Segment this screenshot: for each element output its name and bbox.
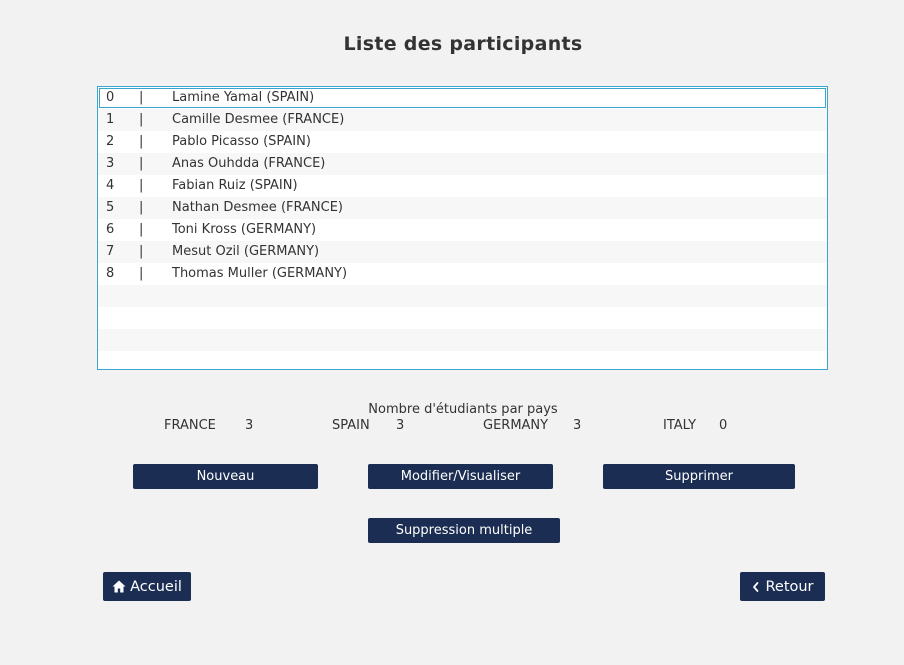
- list-item-name: Nathan Desmee (FRANCE): [172, 200, 343, 215]
- home-icon: [112, 580, 126, 593]
- list-item[interactable]: 4 | Fabian Ruiz (SPAIN): [98, 175, 827, 197]
- page-title: Liste des participants: [343, 33, 583, 55]
- list-item[interactable]: 2 | Pablo Picasso (SPAIN): [98, 131, 827, 153]
- stat-france: FRANCE 3: [164, 418, 253, 433]
- list-item-index: 5: [106, 200, 115, 215]
- list-item-separator: |: [139, 266, 144, 281]
- list-item-separator: |: [139, 178, 144, 193]
- list-item-name: Thomas Muller (GERMANY): [172, 266, 348, 281]
- stat-italy: ITALY 0: [663, 418, 727, 433]
- list-item-empty: [98, 351, 827, 369]
- stat-country-label: SPAIN: [332, 418, 370, 433]
- multi-delete-button[interactable]: Suppression multiple: [368, 518, 560, 543]
- delete-button[interactable]: Supprimer: [603, 464, 795, 489]
- list-item-index: 3: [106, 156, 115, 171]
- stat-country-label: FRANCE: [164, 418, 216, 433]
- list-item-separator: |: [139, 90, 144, 105]
- stat-count: 3: [245, 418, 254, 433]
- list-item[interactable]: 1 | Camille Desmee (FRANCE): [98, 109, 827, 131]
- list-item-separator: |: [139, 156, 144, 171]
- list-item-empty: [98, 329, 827, 351]
- list-item-name: Pablo Picasso (SPAIN): [172, 134, 311, 149]
- list-item-index: 8: [106, 266, 115, 281]
- list-item-separator: |: [139, 200, 144, 215]
- list-item-empty: [98, 307, 827, 329]
- list-item-name: Anas Ouhdda (FRANCE): [172, 156, 326, 171]
- stat-country-label: GERMANY: [483, 418, 549, 433]
- list-item-index: 1: [106, 112, 115, 127]
- participants-list[interactable]: 0 | Lamine Yamal (SPAIN) 1 | Camille Des…: [97, 86, 828, 370]
- back-button[interactable]: Retour: [740, 572, 825, 601]
- list-item-index: 2: [106, 134, 115, 149]
- list-item[interactable]: 7 | Mesut Ozil (GERMANY): [98, 241, 827, 263]
- back-button-label: Retour: [765, 578, 814, 595]
- list-item-index: 6: [106, 222, 115, 237]
- home-button-label: Accueil: [130, 578, 182, 595]
- stat-germany: GERMANY 3: [483, 418, 581, 433]
- stat-count: 0: [719, 418, 728, 433]
- list-item-name: Lamine Yamal (SPAIN): [172, 90, 315, 105]
- list-item-name: Mesut Ozil (GERMANY): [172, 244, 320, 259]
- list-item-separator: |: [139, 222, 144, 237]
- list-item-index: 0: [106, 90, 115, 105]
- list-item-name: Fabian Ruiz (SPAIN): [172, 178, 298, 193]
- list-item-separator: |: [139, 244, 144, 259]
- list-item[interactable]: 0 | Lamine Yamal (SPAIN): [98, 87, 827, 109]
- stat-spain: SPAIN 3: [332, 418, 404, 433]
- list-item[interactable]: 3 | Anas Ouhdda (FRANCE): [98, 153, 827, 175]
- list-item-separator: |: [139, 112, 144, 127]
- new-button[interactable]: Nouveau: [133, 464, 318, 489]
- list-item-index: 4: [106, 178, 115, 193]
- stat-count: 3: [573, 418, 582, 433]
- list-item-separator: |: [139, 134, 144, 149]
- list-item-empty: [98, 285, 827, 307]
- stats-title: Nombre d'étudiants par pays: [368, 402, 558, 417]
- chevron-left-icon: [751, 581, 761, 593]
- list-item-index: 7: [106, 244, 115, 259]
- edit-view-button[interactable]: Modifier/Visualiser: [368, 464, 553, 489]
- list-item[interactable]: 6 | Toni Kross (GERMANY): [98, 219, 827, 241]
- list-item-name: Toni Kross (GERMANY): [172, 222, 317, 237]
- home-button[interactable]: Accueil: [103, 572, 191, 601]
- stat-count: 3: [396, 418, 405, 433]
- stat-country-label: ITALY: [663, 418, 697, 433]
- list-item[interactable]: 5 | Nathan Desmee (FRANCE): [98, 197, 827, 219]
- list-item[interactable]: 8 | Thomas Muller (GERMANY): [98, 263, 827, 285]
- list-item-name: Camille Desmee (FRANCE): [172, 112, 345, 127]
